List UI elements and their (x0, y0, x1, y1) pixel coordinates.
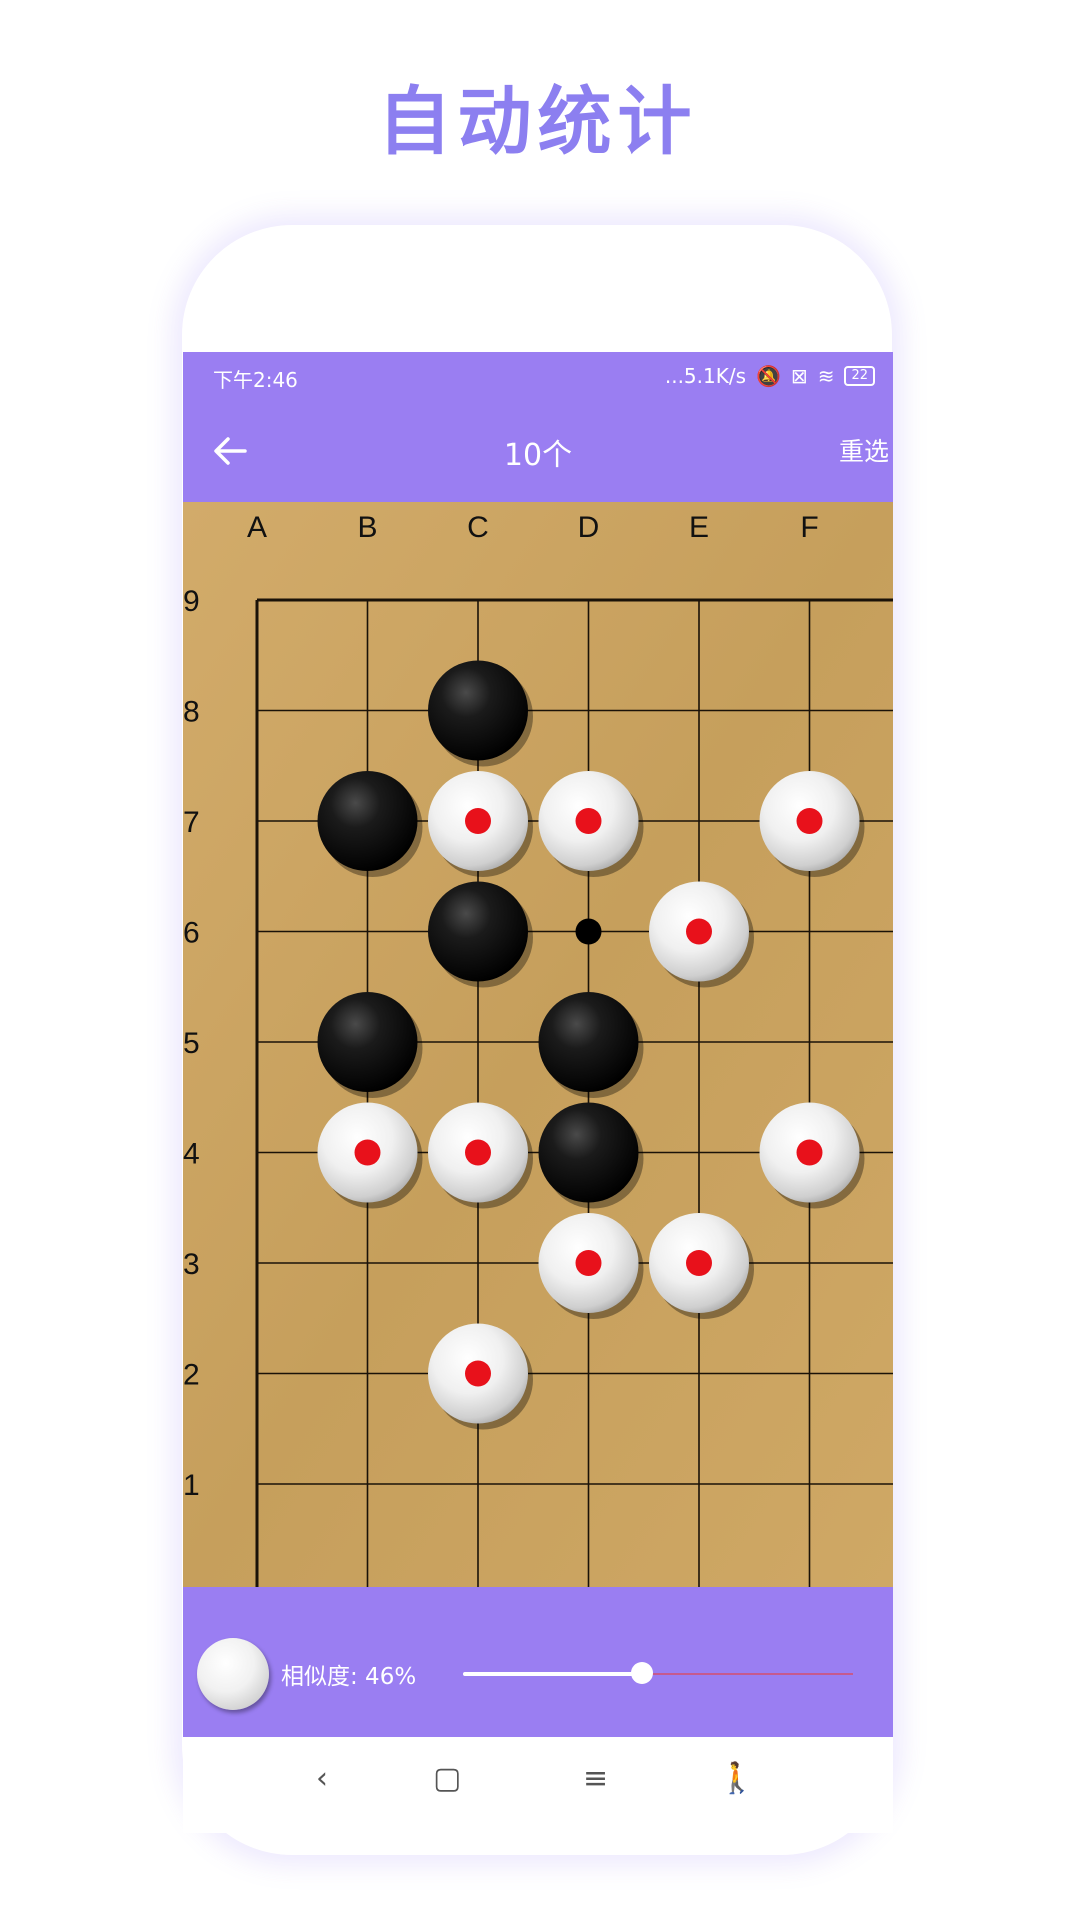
app-bar: 10个 重选 (183, 400, 893, 502)
stone-body (428, 660, 528, 761)
red-marker (575, 1250, 602, 1276)
red-marker (465, 1139, 491, 1166)
row-label: 3 (183, 1248, 200, 1281)
wifi-icon: ≋ (817, 364, 835, 388)
row-label: 8 (183, 696, 200, 729)
similarity-label: 相似度: 46% (281, 1664, 417, 1690)
status-bar: 下午2:46 ...5.1K/s 🔕 ⊠ ≋ 22 (183, 352, 893, 400)
slider-thumb[interactable] (631, 1662, 653, 1684)
red-marker (686, 1250, 712, 1276)
column-label: D (578, 511, 600, 544)
stone-body (317, 771, 418, 871)
status-time: 下午2:46 (213, 368, 298, 392)
star-point (575, 918, 602, 945)
red-marker (465, 808, 491, 834)
app-screen: 下午2:46 ...5.1K/s 🔕 ⊠ ≋ 22 10个 重选 A B C D… (183, 352, 893, 1737)
slider-track-empty[interactable] (643, 1673, 853, 1675)
nav-home-icon[interactable]: ▢ (433, 1761, 461, 1796)
row-label: 7 (183, 806, 200, 839)
stone-body (538, 992, 639, 1092)
slider-track-filled[interactable] (463, 1672, 643, 1676)
column-label: A (247, 511, 267, 544)
row-label: 5 (183, 1027, 200, 1060)
hero-title: 自动统计 (377, 79, 698, 165)
reselect-button[interactable]: 重选 (839, 432, 889, 468)
nav-menu-icon[interactable]: ≡ (583, 1761, 608, 1796)
row-label: 9 (183, 585, 200, 618)
column-label: E (689, 511, 709, 544)
stone-body (317, 992, 418, 1092)
count-title: 10个 (503, 438, 573, 473)
red-marker (796, 1139, 823, 1166)
stone-body (428, 881, 528, 982)
row-label: 1 (183, 1469, 200, 1502)
row-label: 6 (183, 917, 200, 950)
stone-body (538, 1102, 639, 1203)
red-marker (796, 808, 823, 834)
accessibility-icon[interactable]: 🚶 (718, 1761, 755, 1796)
red-marker (686, 918, 712, 945)
star-points (575, 918, 602, 945)
sim-icon: ⊠ (790, 364, 808, 388)
board-surface (183, 502, 893, 1587)
status-icons: ...5.1K/s 🔕 ⊠ ≋ 22 (665, 364, 875, 388)
column-label: F (800, 511, 818, 544)
network-speed: ...5.1K/s (664, 364, 747, 388)
red-marker (354, 1139, 381, 1166)
column-label: C (467, 511, 489, 544)
mute-icon: 🔕 (756, 364, 781, 388)
similarity-panel: 相似度: 46% (183, 1587, 893, 1737)
system-nav-bar: ‹ ▢ ≡ 🚶 (183, 1737, 893, 1833)
go-board[interactable]: A B C D E F 9 8 7 6 5 4 3 2 1 (183, 502, 893, 1587)
red-marker (575, 808, 602, 834)
nav-back-icon[interactable]: ‹ (316, 1761, 328, 1796)
battery-icon: 22 (844, 366, 875, 386)
white-stone-icon[interactable] (197, 1638, 269, 1710)
row-labels: 9 8 7 6 5 4 3 2 1 (183, 585, 200, 1502)
row-label: 4 (183, 1138, 200, 1171)
column-label: B (357, 511, 377, 544)
row-label: 2 (183, 1359, 200, 1392)
red-marker (465, 1360, 491, 1387)
